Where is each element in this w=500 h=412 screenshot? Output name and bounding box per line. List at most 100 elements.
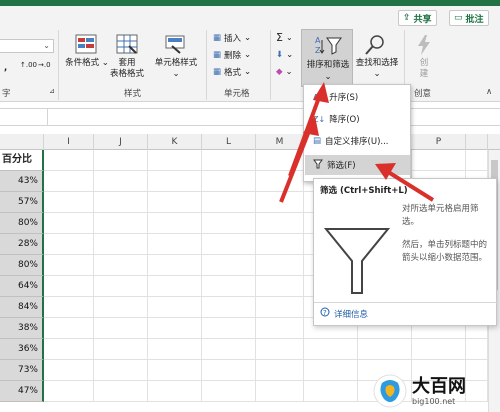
table-cell[interactable] <box>44 192 94 213</box>
name-box[interactable] <box>0 109 48 125</box>
table-cell[interactable] <box>256 171 304 192</box>
table-cell[interactable] <box>256 234 304 255</box>
table-cell[interactable] <box>256 213 304 234</box>
column-header-j[interactable]: J <box>94 134 148 150</box>
table-cell[interactable] <box>148 234 202 255</box>
decrease-decimal-button[interactable]: →.0 <box>38 60 51 71</box>
column-header-k[interactable]: K <box>148 134 202 150</box>
table-cell[interactable] <box>148 297 202 318</box>
table-cell[interactable] <box>94 213 148 234</box>
cell-style-button[interactable]: 单元格样式 ⌄ <box>150 58 202 80</box>
table-cell[interactable] <box>44 339 94 360</box>
table-cell[interactable] <box>256 360 304 381</box>
find-select-button[interactable]: 查找和选择 ⌄ <box>352 58 402 80</box>
table-cell[interactable]: 36% <box>0 339 44 360</box>
dialog-launcher-icon[interactable]: ⊿ <box>49 87 55 95</box>
table-cell[interactable]: 84% <box>0 297 44 318</box>
comment-button[interactable]: ▭ 批注 <box>449 10 489 26</box>
table-cell[interactable] <box>202 360 256 381</box>
increase-decimal-button[interactable]: ↑.00 <box>20 60 37 71</box>
table-cell[interactable] <box>256 318 304 339</box>
table-cell[interactable] <box>466 339 488 360</box>
table-cell[interactable] <box>466 150 488 171</box>
conditional-format-button[interactable]: 条件格式 ⌄ <box>64 58 110 69</box>
table-cell[interactable] <box>94 339 148 360</box>
table-cell[interactable] <box>94 171 148 192</box>
table-format-button[interactable]: 套用 表格格式 <box>106 58 148 80</box>
table-cell[interactable] <box>148 381 202 402</box>
table-cell[interactable] <box>94 381 148 402</box>
table-cell[interactable]: 80% <box>0 213 44 234</box>
table-cell[interactable] <box>148 339 202 360</box>
table-cell[interactable] <box>148 150 202 171</box>
table-cell[interactable] <box>202 318 256 339</box>
clear-button[interactable]: ◆ ⌄ <box>276 66 293 78</box>
table-cell[interactable] <box>148 276 202 297</box>
table-cell[interactable] <box>148 360 202 381</box>
menu-item-sort-descending[interactable]: Z↓ 降序(O) <box>305 109 410 129</box>
formula-bar[interactable] <box>0 108 500 126</box>
menu-item-custom-sort[interactable]: ▤ 自定义排序(U)... <box>305 131 410 151</box>
table-cell[interactable] <box>94 150 148 171</box>
table-cell[interactable] <box>202 297 256 318</box>
table-cell[interactable] <box>44 234 94 255</box>
column-header-m[interactable]: M <box>256 134 304 150</box>
table-cell[interactable] <box>412 339 466 360</box>
table-cell[interactable] <box>202 213 256 234</box>
create-button[interactable]: 创 建 <box>414 58 434 80</box>
table-cell[interactable] <box>44 276 94 297</box>
table-cell[interactable] <box>202 150 256 171</box>
delete-button[interactable]: ▦ 删除 ⌄ <box>213 49 251 61</box>
table-cell[interactable] <box>44 255 94 276</box>
table-cell[interactable] <box>94 234 148 255</box>
table-cell[interactable] <box>94 255 148 276</box>
font-size-dropdown[interactable]: ⌄ <box>0 39 54 53</box>
header-cell[interactable]: 百分比 <box>0 150 44 171</box>
table-cell[interactable] <box>94 192 148 213</box>
column-header-l[interactable]: L <box>202 134 256 150</box>
table-cell[interactable] <box>202 339 256 360</box>
table-cell[interactable] <box>304 381 358 402</box>
table-cell[interactable] <box>304 339 358 360</box>
table-cell[interactable] <box>148 213 202 234</box>
table-cell[interactable]: 38% <box>0 318 44 339</box>
format-button[interactable]: ▦ 格式 ⌄ <box>213 66 251 78</box>
table-cell[interactable]: 43% <box>0 171 44 192</box>
table-cell[interactable] <box>94 297 148 318</box>
table-cell[interactable] <box>202 255 256 276</box>
table-cell[interactable] <box>358 339 412 360</box>
table-cell[interactable]: 28% <box>0 234 44 255</box>
menu-item-sort-ascending[interactable]: A↓ 升序(S) <box>305 87 410 107</box>
table-cell[interactable] <box>256 150 304 171</box>
more-info-link[interactable]: ? 详细信息 <box>320 307 368 320</box>
table-cell[interactable] <box>412 150 466 171</box>
collapse-ribbon-icon[interactable]: ∧ <box>486 87 492 97</box>
insert-button[interactable]: ▦ 插入 ⌄ <box>213 32 251 44</box>
table-cell[interactable] <box>304 360 358 381</box>
table-cell[interactable]: 80% <box>0 255 44 276</box>
table-cell[interactable]: 47% <box>0 381 44 402</box>
table-cell[interactable] <box>44 360 94 381</box>
table-cell[interactable] <box>94 276 148 297</box>
table-cell[interactable] <box>256 276 304 297</box>
table-cell[interactable] <box>202 381 256 402</box>
column-header[interactable] <box>466 134 488 150</box>
table-cell[interactable] <box>94 318 148 339</box>
table-cell[interactable] <box>202 276 256 297</box>
table-cell[interactable]: 57% <box>0 192 44 213</box>
share-button[interactable]: ⇪ 共享 <box>398 10 437 26</box>
table-cell[interactable] <box>44 213 94 234</box>
table-cell[interactable] <box>148 171 202 192</box>
table-cell[interactable] <box>202 171 256 192</box>
table-cell[interactable] <box>44 297 94 318</box>
table-cell[interactable] <box>202 192 256 213</box>
sort-filter-button[interactable]: A Z 排序和筛选 ⌄ <box>301 29 353 87</box>
table-cell[interactable] <box>94 360 148 381</box>
menu-item-filter[interactable]: 筛选(F) <box>305 155 410 175</box>
table-cell[interactable] <box>148 255 202 276</box>
autosum-button[interactable]: Σ ⌄ <box>276 31 293 44</box>
fill-button[interactable]: ⬇ ⌄ <box>276 49 293 61</box>
column-header-p[interactable]: P <box>412 134 466 150</box>
comma-style-button[interactable]: , <box>4 63 7 74</box>
table-cell[interactable] <box>256 255 304 276</box>
